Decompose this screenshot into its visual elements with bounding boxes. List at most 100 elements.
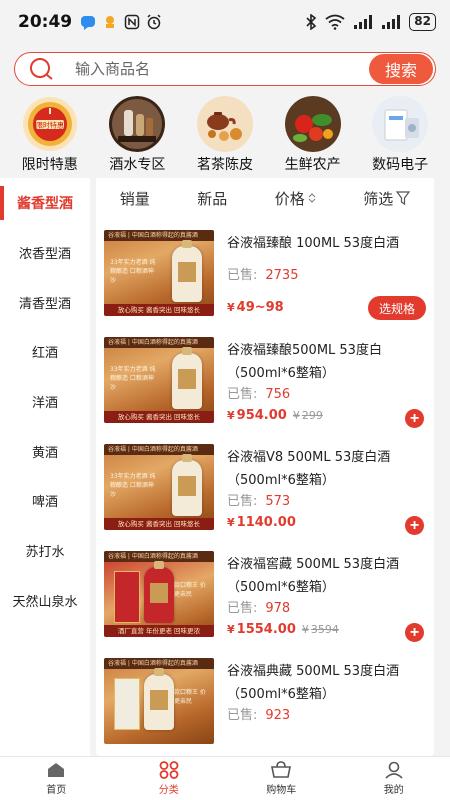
svg-text:限时特惠: 限时特惠 bbox=[36, 121, 64, 130]
sort-by-new[interactable]: 新品 bbox=[197, 188, 227, 209]
product-image-footer: 放心购买 酱香突出 回味悠长 bbox=[104, 411, 214, 423]
sold-label: 已售: bbox=[227, 708, 258, 723]
sold-count: 923 bbox=[265, 708, 291, 723]
sidebar-item-beer[interactable]: 啤酒 bbox=[0, 476, 90, 526]
search-input[interactable] bbox=[61, 60, 369, 78]
product-image[interactable]: 谷液福 | 中国白酒称得起的真酱酒 33年实力老酒 纯粮酿造 口粮酒神沙 放心购… bbox=[104, 230, 214, 316]
status-time: 20:49 bbox=[18, 12, 73, 32]
sort-arrows-icon bbox=[308, 193, 316, 203]
choose-spec-button[interactable]: 选规格 bbox=[368, 296, 426, 320]
product-name[interactable]: 谷液福臻酿500ML 53度白（500ml*6整箱） bbox=[227, 339, 425, 385]
sidebar-item-light-aroma[interactable]: 清香型酒 bbox=[0, 277, 90, 327]
product-image-slogan: 33年实力老酒 纯粮酿造 口粮酒神沙 bbox=[110, 366, 156, 391]
search-bar: 搜索 bbox=[14, 52, 436, 86]
message-icon bbox=[81, 16, 96, 30]
product-image-banner: 谷液福 | 中国白酒称得起的真酱酒 bbox=[104, 444, 214, 455]
sidebar-item-spring-water[interactable]: 天然山泉水 bbox=[0, 576, 90, 626]
wifi-icon bbox=[325, 14, 345, 30]
product-image[interactable]: 谷液福 | 中国白酒称得起的真酱酒 爆款口粮王 价格更亲民 酒厂直营 年份更老 … bbox=[104, 551, 214, 637]
sidebar-item-strong-aroma[interactable]: 浓香型酒 bbox=[0, 228, 90, 278]
product-price: ¥49~98 bbox=[227, 300, 284, 315]
sold-label: 已售: bbox=[227, 268, 258, 283]
product-panel: 销量 新品 价格 筛选 谷液福 | 中国白酒称得起的真酱酒 33年实力老酒 纯粮… bbox=[96, 178, 434, 756]
bluetooth-icon bbox=[306, 14, 317, 30]
category-label: 生鲜农产 bbox=[284, 157, 341, 173]
product-price: ¥1140.00 bbox=[227, 515, 296, 530]
tab-home[interactable]: 首页 bbox=[0, 757, 113, 800]
category-label: 限时特惠 bbox=[21, 157, 78, 173]
product-card[interactable]: 谷液福 | 中国白酒称得起的真酱酒 33年实力老酒 纯粮酿造 口粮酒神沙 放心购… bbox=[104, 230, 426, 330]
app-notification-icon bbox=[106, 16, 115, 28]
signal-icon-2 bbox=[382, 15, 401, 29]
product-name[interactable]: 谷液福V8 500ML 53度白酒（500ml*6整箱） bbox=[227, 446, 425, 492]
filter-button[interactable]: 筛选 bbox=[363, 188, 411, 209]
sidebar-item-foreign-liquor[interactable]: 洋酒 bbox=[0, 377, 90, 427]
tab-category[interactable]: 分类 bbox=[113, 757, 226, 800]
bottle-image bbox=[172, 454, 202, 516]
product-card[interactable]: 谷液福 | 中国白酒称得起的真酱酒 爆款口粮王 价格更亲民 酒厂直营 年份更老 … bbox=[104, 551, 426, 651]
product-image-footer: 放心购买 酱香突出 回味悠长 bbox=[104, 518, 214, 530]
product-image[interactable]: 谷液福 | 中国白酒称得起的真酱酒 爆款口粮王 价格更亲民 bbox=[104, 658, 214, 744]
product-image[interactable]: 谷液福 | 中国白酒称得起的真酱酒 33年实力老酒 纯粮酿造 口粮酒神沙 放心购… bbox=[104, 337, 214, 423]
product-sold: 已售: 923 bbox=[227, 704, 290, 723]
price-value: 1554.00 bbox=[236, 622, 296, 637]
sort-by-sales[interactable]: 销量 bbox=[120, 188, 150, 209]
sidebar-item-sauce-aroma[interactable]: 酱香型酒 bbox=[0, 178, 90, 228]
product-image-slogan: 33年实力老酒 纯粮酿造 口粮酒神沙 bbox=[110, 473, 156, 498]
category-sidebar: 酱香型酒 浓香型酒 清香型酒 红酒 洋酒 黄酒 啤酒 苏打水 天然山泉水 bbox=[0, 178, 90, 756]
sidebar-item-soda[interactable]: 苏打水 bbox=[0, 526, 90, 576]
bottle-image bbox=[144, 561, 174, 623]
sidebar-item-red-wine[interactable]: 红酒 bbox=[0, 327, 90, 377]
sort-bar: 销量 新品 价格 筛选 bbox=[96, 178, 434, 218]
product-card[interactable]: 谷液福 | 中国白酒称得起的真酱酒 33年实力老酒 纯粮酿造 口粮酒神沙 放心购… bbox=[104, 337, 426, 437]
tab-profile[interactable]: 我的 bbox=[338, 757, 450, 800]
tab-label: 购物车 bbox=[266, 785, 297, 796]
category-label: 数码电子 bbox=[372, 157, 429, 173]
category-limited-time[interactable]: 限时特惠 限时特惠 bbox=[8, 96, 92, 174]
bottle-image bbox=[172, 240, 202, 302]
price-value: 1140.00 bbox=[236, 515, 296, 530]
tab-label: 首页 bbox=[46, 785, 67, 796]
add-to-cart-button[interactable]: + bbox=[405, 516, 424, 535]
add-to-cart-button[interactable]: + bbox=[405, 409, 424, 428]
alarm-icon bbox=[147, 14, 161, 30]
product-card[interactable]: 谷液福 | 中国白酒称得起的真酱酒 33年实力老酒 纯粮酿造 口粮酒神沙 放心购… bbox=[104, 444, 426, 544]
product-image-banner: 谷液福 | 中国白酒称得起的真酱酒 bbox=[104, 230, 214, 241]
status-bar: 20:49 82 bbox=[0, 0, 450, 44]
product-image-footer: 放心购买 酱香突出 回味悠长 bbox=[104, 304, 214, 316]
product-image[interactable]: 谷液福 | 中国白酒称得起的真酱酒 33年实力老酒 纯粮酿造 口粮酒神沙 放心购… bbox=[104, 444, 214, 530]
tab-label: 我的 bbox=[383, 785, 404, 796]
sidebar-item-yellow-wine[interactable]: 黄酒 bbox=[0, 426, 90, 476]
price-value: 49~98 bbox=[236, 300, 284, 315]
product-image-footer: 酒厂直营 年份更老 回味更浓 bbox=[104, 625, 214, 637]
gift-box-image bbox=[114, 571, 140, 623]
product-card[interactable]: 谷液福 | 中国白酒称得起的真酱酒 爆款口粮王 价格更亲民 谷液福典藏 500M… bbox=[104, 658, 426, 756]
product-name[interactable]: 谷液福窖藏 500ML 53度白酒（500ml*6整箱） bbox=[227, 553, 425, 599]
product-price: ¥954.00 ¥299 bbox=[227, 408, 323, 423]
tab-cart[interactable]: 购物车 bbox=[225, 757, 338, 800]
home-icon bbox=[48, 763, 65, 777]
category-digital[interactable]: 数码电子 bbox=[358, 96, 442, 174]
bottom-tab-bar: 首页 分类 购物车 我的 bbox=[0, 756, 450, 800]
bottle-image bbox=[144, 668, 174, 730]
limited-time-clock-icon: 限时特惠 bbox=[19, 96, 81, 152]
original-price: ¥299 bbox=[292, 409, 323, 422]
search-button[interactable]: 搜索 bbox=[369, 54, 433, 84]
signal-icon bbox=[354, 15, 373, 29]
category-tea[interactable]: 茗茶陈皮 bbox=[183, 96, 267, 174]
sold-count: 756 bbox=[265, 387, 291, 402]
category-fresh-produce[interactable]: 生鲜农产 bbox=[271, 96, 355, 174]
sort-by-price[interactable]: 价格 bbox=[275, 188, 316, 209]
product-name[interactable]: 谷液福典藏 500ML 53度白酒（500ml*6整箱） bbox=[227, 660, 425, 706]
category-shortcuts: 限时特惠 限时特惠 酒水专区 茗茶陈皮 生鲜农产 数码电子 bbox=[0, 96, 450, 174]
search-icon[interactable] bbox=[21, 54, 61, 84]
product-sold: 已售: 756 bbox=[227, 383, 290, 402]
category-liquor[interactable]: 酒水专区 bbox=[95, 96, 179, 174]
user-icon bbox=[385, 761, 403, 779]
add-to-cart-button[interactable]: + bbox=[405, 623, 424, 642]
cart-icon bbox=[271, 761, 292, 778]
product-name[interactable]: 谷液福臻酿 100ML 53度白酒 bbox=[227, 232, 425, 255]
filter-icon bbox=[396, 191, 411, 205]
product-sold: 已售: 978 bbox=[227, 597, 290, 616]
filter-label: 筛选 bbox=[363, 189, 394, 208]
